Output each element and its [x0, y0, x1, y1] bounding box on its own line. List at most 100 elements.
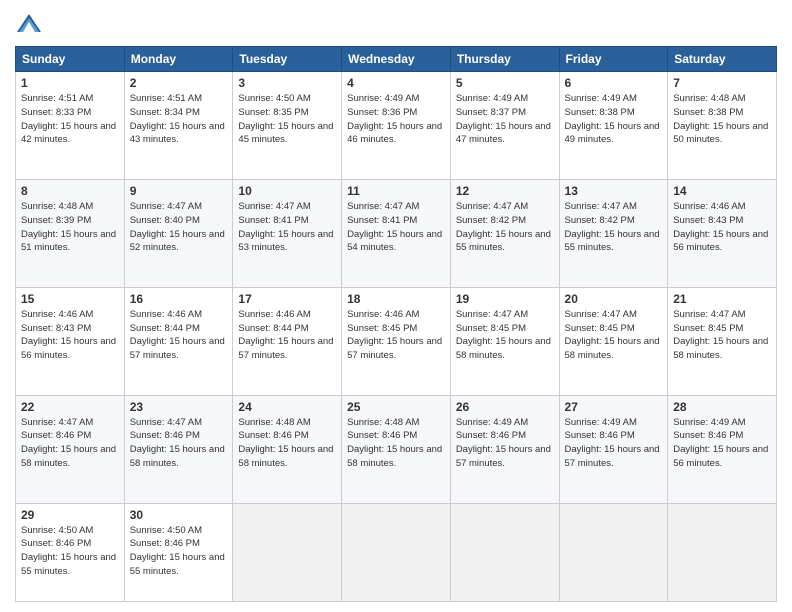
- calendar-body: 1 Sunrise: 4:51 AMSunset: 8:33 PMDaylight…: [16, 72, 777, 602]
- day-number: 12: [456, 184, 554, 198]
- table-row: 21Sunrise: 4:47 AMSunset: 8:45 PMDayligh…: [668, 287, 777, 395]
- table-row: 15 Sunrise: 4:46 AMSunset: 8:43 PMDayligh…: [16, 287, 125, 395]
- day-number: 11: [347, 184, 445, 198]
- day-number: 19: [456, 292, 554, 306]
- col-thursday: Thursday: [450, 47, 559, 72]
- day-info: Sunrise: 4:46 AMSunset: 8:45 PMDaylight:…: [347, 309, 442, 361]
- day-info: Sunrise: 4:46 AMSunset: 8:43 PMDaylight:…: [673, 201, 768, 253]
- table-row: 10 Sunrise: 4:47 AMSunset: 8:41 PMDayligh…: [233, 179, 342, 287]
- day-number: 5: [456, 76, 554, 90]
- logo: [15, 10, 47, 38]
- table-row: 3Sunrise: 4:50 AMSunset: 8:35 PMDaylight…: [233, 72, 342, 180]
- day-info: Sunrise: 4:51 AMSunset: 8:34 PMDaylight:…: [130, 93, 225, 145]
- table-row: 24 Sunrise: 4:48 AMSunset: 8:46 PMDayligh…: [233, 395, 342, 503]
- day-info: Sunrise: 4:49 AMSunset: 8:37 PMDaylight:…: [456, 93, 551, 145]
- day-info: Sunrise: 4:47 AMSunset: 8:41 PMDaylight:…: [347, 201, 442, 253]
- day-info: Sunrise: 4:47 AMSunset: 8:42 PMDaylight:…: [565, 201, 660, 253]
- table-row: 6 Sunrise: 4:49 AMSunset: 8:38 PMDaylight…: [559, 72, 668, 180]
- table-row: 25 Sunrise: 4:48 AMSunset: 8:46 PMDayligh…: [342, 395, 451, 503]
- day-number: 17: [238, 292, 336, 306]
- table-row: 27Sunrise: 4:49 AMSunset: 8:46 PMDayligh…: [559, 395, 668, 503]
- day-info: Sunrise: 4:49 AMSunset: 8:46 PMDaylight:…: [456, 417, 551, 469]
- calendar: Sunday Monday Tuesday Wednesday Thursday…: [15, 46, 777, 602]
- col-friday: Friday: [559, 47, 668, 72]
- day-info: Sunrise: 4:50 AMSunset: 8:46 PMDaylight:…: [21, 525, 116, 577]
- day-info: Sunrise: 4:49 AMSunset: 8:38 PMDaylight:…: [565, 93, 660, 145]
- table-row: 12 Sunrise: 4:47 AMSunset: 8:42 PMDayligh…: [450, 179, 559, 287]
- day-number: 14: [673, 184, 771, 198]
- day-number: 6: [565, 76, 663, 90]
- col-monday: Monday: [124, 47, 233, 72]
- day-number: 15: [21, 292, 119, 306]
- day-info: Sunrise: 4:48 AMSunset: 8:46 PMDaylight:…: [347, 417, 442, 469]
- table-row: 8 Sunrise: 4:48 AMSunset: 8:39 PMDaylight…: [16, 179, 125, 287]
- day-number: 20: [565, 292, 663, 306]
- table-row: 20 Sunrise: 4:47 AMSunset: 8:45 PMDayligh…: [559, 287, 668, 395]
- day-number: 3: [238, 76, 336, 90]
- day-info: Sunrise: 4:50 AMSunset: 8:46 PMDaylight:…: [130, 525, 225, 577]
- day-header-row: Sunday Monday Tuesday Wednesday Thursday…: [16, 47, 777, 72]
- col-tuesday: Tuesday: [233, 47, 342, 72]
- day-info: Sunrise: 4:49 AMSunset: 8:46 PMDaylight:…: [565, 417, 660, 469]
- table-row: 29 Sunrise: 4:50 AMSunset: 8:46 PMDayligh…: [16, 503, 125, 601]
- day-info: Sunrise: 4:46 AMSunset: 8:44 PMDaylight:…: [238, 309, 333, 361]
- table-row: 4 Sunrise: 4:49 AMSunset: 8:36 PMDaylight…: [342, 72, 451, 180]
- table-row: 1 Sunrise: 4:51 AMSunset: 8:33 PMDaylight…: [16, 72, 125, 180]
- day-info: Sunrise: 4:46 AMSunset: 8:43 PMDaylight:…: [21, 309, 116, 361]
- calendar-header: Sunday Monday Tuesday Wednesday Thursday…: [16, 47, 777, 72]
- day-info: Sunrise: 4:47 AMSunset: 8:46 PMDaylight:…: [21, 417, 116, 469]
- table-row: [233, 503, 342, 601]
- day-number: 2: [130, 76, 228, 90]
- table-row: 13 Sunrise: 4:47 AMSunset: 8:42 PMDayligh…: [559, 179, 668, 287]
- day-info: Sunrise: 4:47 AMSunset: 8:45 PMDaylight:…: [565, 309, 660, 361]
- header: [15, 10, 777, 38]
- day-info: Sunrise: 4:49 AMSunset: 8:46 PMDaylight:…: [673, 417, 768, 469]
- table-row: [668, 503, 777, 601]
- day-info: Sunrise: 4:51 AMSunset: 8:33 PMDaylight:…: [21, 93, 116, 145]
- table-row: [450, 503, 559, 601]
- table-row: [559, 503, 668, 601]
- day-number: 26: [456, 400, 554, 414]
- table-row: 19 Sunrise: 4:47 AMSunset: 8:45 PMDayligh…: [450, 287, 559, 395]
- table-row: 26 Sunrise: 4:49 AMSunset: 8:46 PMDayligh…: [450, 395, 559, 503]
- day-number: 18: [347, 292, 445, 306]
- day-number: 7: [673, 76, 771, 90]
- col-sunday: Sunday: [16, 47, 125, 72]
- table-row: 17 Sunrise: 4:46 AMSunset: 8:44 PMDayligh…: [233, 287, 342, 395]
- day-number: 24: [238, 400, 336, 414]
- day-number: 10: [238, 184, 336, 198]
- day-info: Sunrise: 4:46 AMSunset: 8:44 PMDaylight:…: [130, 309, 225, 361]
- day-number: 23: [130, 400, 228, 414]
- col-wednesday: Wednesday: [342, 47, 451, 72]
- table-row: 28 Sunrise: 4:49 AMSunset: 8:46 PMDayligh…: [668, 395, 777, 503]
- day-info: Sunrise: 4:49 AMSunset: 8:36 PMDaylight:…: [347, 93, 442, 145]
- day-info: Sunrise: 4:47 AMSunset: 8:45 PMDaylight:…: [456, 309, 551, 361]
- day-info: Sunrise: 4:48 AMSunset: 8:38 PMDaylight:…: [673, 93, 768, 145]
- table-row: 5 Sunrise: 4:49 AMSunset: 8:37 PMDaylight…: [450, 72, 559, 180]
- table-row: 14 Sunrise: 4:46 AMSunset: 8:43 PMDayligh…: [668, 179, 777, 287]
- day-info: Sunrise: 4:48 AMSunset: 8:39 PMDaylight:…: [21, 201, 116, 253]
- table-row: 16 Sunrise: 4:46 AMSunset: 8:44 PMDayligh…: [124, 287, 233, 395]
- day-info: Sunrise: 4:47 AMSunset: 8:40 PMDaylight:…: [130, 201, 225, 253]
- day-number: 13: [565, 184, 663, 198]
- day-number: 1: [21, 76, 119, 90]
- day-info: Sunrise: 4:47 AMSunset: 8:42 PMDaylight:…: [456, 201, 551, 253]
- day-number: 4: [347, 76, 445, 90]
- day-number: 16: [130, 292, 228, 306]
- day-number: 30: [130, 508, 228, 522]
- day-number: 29: [21, 508, 119, 522]
- day-number: 22: [21, 400, 119, 414]
- day-info: Sunrise: 4:47 AMSunset: 8:41 PMDaylight:…: [238, 201, 333, 253]
- day-info: Sunrise: 4:47 AMSunset: 8:46 PMDaylight:…: [130, 417, 225, 469]
- day-number: 25: [347, 400, 445, 414]
- table-row: 9 Sunrise: 4:47 AMSunset: 8:40 PMDaylight…: [124, 179, 233, 287]
- table-row: 22 Sunrise: 4:47 AMSunset: 8:46 PMDayligh…: [16, 395, 125, 503]
- day-number: 28: [673, 400, 771, 414]
- day-number: 9: [130, 184, 228, 198]
- col-saturday: Saturday: [668, 47, 777, 72]
- table-row: 23 Sunrise: 4:47 AMSunset: 8:46 PMDayligh…: [124, 395, 233, 503]
- day-number: 8: [21, 184, 119, 198]
- day-info: Sunrise: 4:48 AMSunset: 8:46 PMDaylight:…: [238, 417, 333, 469]
- table-row: 11 Sunrise: 4:47 AMSunset: 8:41 PMDayligh…: [342, 179, 451, 287]
- logo-icon: [15, 10, 43, 38]
